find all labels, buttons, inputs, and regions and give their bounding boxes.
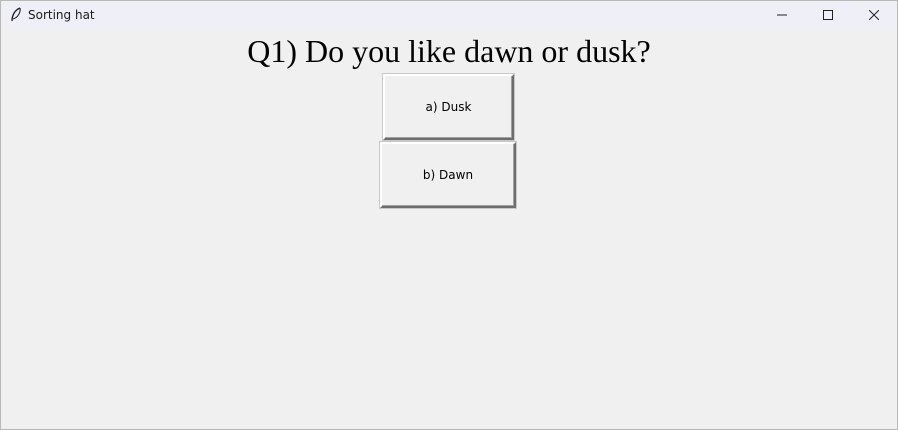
close-button[interactable] xyxy=(851,1,897,29)
close-icon xyxy=(869,10,879,20)
answer-dawn-button[interactable]: b) Dawn xyxy=(380,142,516,208)
app-window: Sorting hat Q1) Do you like dawn or dusk… xyxy=(0,0,898,430)
maximize-icon xyxy=(823,10,833,20)
minimize-icon xyxy=(777,14,787,16)
question-label: Q1) Do you like dawn or dusk? xyxy=(247,33,651,69)
window-controls xyxy=(759,1,897,29)
minimize-button[interactable] xyxy=(759,1,805,29)
answer-dusk-button[interactable]: a) Dusk xyxy=(383,74,514,140)
title-bar[interactable]: Sorting hat xyxy=(1,1,897,29)
window-title: Sorting hat xyxy=(28,8,95,22)
feather-icon xyxy=(7,6,25,24)
maximize-button[interactable] xyxy=(805,1,851,29)
